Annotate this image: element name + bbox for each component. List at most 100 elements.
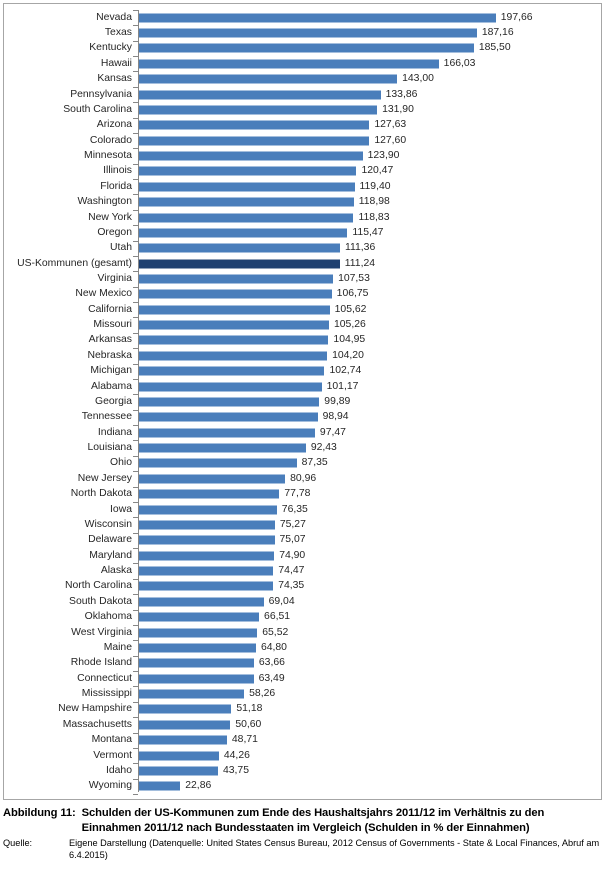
category-label: Nebraska [87, 349, 132, 361]
chart-bar [139, 628, 258, 638]
category-label: Texas [104, 26, 132, 38]
axis-tick [133, 102, 138, 104]
chart-bar [139, 213, 354, 222]
category-label: Indiana [97, 426, 132, 438]
category-label: Wisconsin [84, 518, 132, 530]
bar-value-label: 58,26 [249, 687, 276, 699]
axis-tick [133, 532, 138, 534]
chart-bar-row: Massachusetts 50,60 [4, 717, 601, 732]
chart-bar-row: Mississippi 58,26 [4, 686, 601, 701]
category-label: Utah [110, 242, 132, 254]
bar-value-label: 187,16 [481, 26, 514, 38]
chart-bar-row: Kentucky 185,50 [4, 41, 601, 56]
axis-tick [133, 763, 138, 765]
axis-tick [133, 548, 138, 550]
category-label: Iowa [110, 503, 132, 515]
chart-bar [139, 551, 275, 561]
chart-bar-highlighted [139, 259, 340, 269]
category-label: New Mexico [75, 288, 132, 300]
category-label: US-Kommunen (gesamt) [17, 257, 132, 269]
chart-frame: Nevada 197,66 Texas 187,16 Kentucky 185,50 Haw… [3, 3, 602, 800]
chart-bar [139, 412, 318, 422]
category-label: Maryland [89, 549, 132, 561]
category-label: South Dakota [69, 595, 132, 607]
axis-tick [133, 117, 138, 119]
chart-bar [139, 474, 286, 484]
category-label: North Carolina [65, 580, 132, 592]
bar-value-label: 77,78 [284, 488, 311, 500]
chart-bar-row: Texas 187,16 [4, 25, 601, 40]
bar-value-label: 166,03 [443, 57, 476, 69]
chart-bar [139, 397, 320, 407]
chart-plot-area: Nevada 197,66 Texas 187,16 Kentucky 185,50 Haw… [4, 4, 601, 799]
bar-value-label: 127,63 [374, 119, 407, 131]
category-label: New Hampshire [58, 703, 132, 715]
category-label: Montana [91, 733, 132, 745]
figure-page: Nevada 197,66 Texas 187,16 Kentucky 185,50 Haw… [0, 0, 606, 877]
bar-value-label: 92,43 [310, 441, 337, 453]
category-label: Oregon [97, 226, 132, 238]
category-label: Kansas [97, 72, 132, 84]
bar-value-label: 143,00 [402, 72, 434, 84]
category-label: Connecticut [77, 672, 132, 684]
axis-tick [133, 425, 138, 427]
chart-bar-row: Minnesota 123,90 [4, 148, 601, 163]
chart-bar-row: Nebraska 104,20 [4, 348, 601, 363]
axis-tick [133, 378, 138, 380]
chart-bar [139, 90, 381, 100]
axis-tick [133, 10, 138, 11]
axis-tick [133, 701, 138, 703]
chart-bar [139, 489, 280, 499]
chart-bar [139, 366, 325, 376]
chart-bar-row: Michigan 102,74 [4, 364, 601, 379]
bar-value-label: 185,50 [478, 42, 511, 54]
axis-tick [133, 686, 138, 688]
category-label: Colorado [89, 134, 132, 146]
axis-tick [133, 255, 138, 257]
chart-bar [139, 382, 322, 392]
category-label: Oklahoma [84, 610, 132, 622]
chart-bar [139, 612, 260, 622]
bar-value-label: 131,90 [382, 103, 414, 115]
category-label: Arkansas [88, 334, 132, 346]
category-label: Illinois [103, 165, 132, 177]
chart-bar-row: Ohio 87,35 [4, 456, 601, 471]
chart-bar [139, 28, 477, 38]
category-label: Florida [100, 180, 132, 192]
chart-bar [139, 766, 218, 776]
chart-bar [139, 735, 227, 745]
bar-value-label: 48,71 [231, 733, 258, 745]
axis-tick [133, 486, 138, 488]
bar-value-label: 101,17 [326, 380, 359, 392]
chart-bar [139, 520, 275, 530]
category-label: Mississippi [81, 687, 132, 699]
bar-value-label: 105,62 [334, 303, 367, 315]
axis-tick [133, 609, 138, 611]
bar-value-label: 120,47 [361, 165, 394, 177]
axis-tick [133, 655, 138, 657]
axis-tick [133, 302, 138, 304]
chart-bar [139, 505, 277, 515]
bar-value-label: 111,36 [345, 242, 376, 254]
category-label: Michigan [90, 365, 132, 377]
bar-value-label: 74,35 [278, 580, 305, 592]
bar-value-label: 87,35 [301, 457, 328, 469]
category-label: Georgia [95, 395, 132, 407]
bar-value-label: 107,53 [338, 272, 370, 284]
bar-value-label: 80,96 [290, 472, 317, 484]
axis-tick [133, 56, 138, 58]
bar-value-label: 75,27 [279, 518, 306, 530]
category-label: Missouri [93, 318, 132, 330]
axis-tick [133, 471, 138, 473]
category-label: Vermont [93, 749, 132, 761]
caption-source: Quelle: Eigene Darstellung (Datenquelle:… [3, 837, 602, 862]
chart-bar [139, 674, 254, 684]
bar-value-label: 74,90 [279, 549, 306, 561]
category-label: New Jersey [77, 472, 132, 484]
axis-tick [133, 348, 138, 350]
category-label: Maine [103, 641, 132, 653]
chart-bar [139, 197, 354, 207]
bar-value-label: 123,90 [367, 149, 400, 161]
category-label: South Carolina [63, 103, 132, 115]
chart-bar-row: Rhode Island 63,66 [4, 656, 601, 671]
